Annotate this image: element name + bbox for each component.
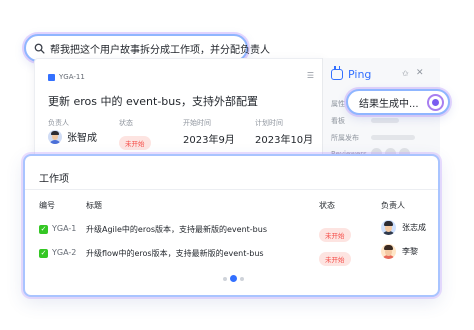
row-status[interactable]: 未开始	[319, 247, 351, 266]
status-badge: 未开始	[319, 252, 351, 266]
row-code: YGA-2	[52, 248, 77, 257]
ai-record-button[interactable]	[427, 94, 444, 111]
checkbox-checked-icon[interactable]: ✓	[39, 249, 48, 258]
close-icon[interactable]: ✕	[416, 68, 424, 78]
due-date-value[interactable]: 2023年10月	[255, 131, 313, 146]
row-status[interactable]: 未开始	[319, 223, 351, 242]
ping-logo-icon	[331, 66, 343, 80]
task-detail-card[interactable]: YGA-11 ☰ 更新 eros 中的 event-bus，支持外部配置 负责人…	[34, 58, 326, 164]
attributes-label: 属性	[331, 100, 345, 108]
ping-title: Ping	[348, 68, 372, 81]
search-icon	[34, 43, 45, 54]
ping-header: Ping	[331, 66, 372, 81]
row-code: YGA-1	[52, 224, 77, 233]
status-label: 状态	[119, 119, 133, 127]
column-header-title: 标题	[86, 201, 102, 210]
pin-icon[interactable]: ✩	[402, 69, 409, 78]
avatar	[381, 244, 396, 259]
status-badge: 未开始	[319, 228, 351, 242]
more-menu-icon[interactable]: ☰	[307, 71, 314, 80]
table-row[interactable]: ✓ YGA-2 升级flow中的eros版本，支持最新版的event-bus 未…	[25, 244, 438, 266]
task-type-icon	[48, 73, 55, 81]
start-date-value[interactable]: 2023年9月	[183, 131, 235, 146]
column-header-code: 编号	[39, 201, 55, 210]
owner-field[interactable]: 张智成	[48, 129, 97, 144]
owner-name: 张智成	[67, 133, 97, 144]
checkbox-checked-icon[interactable]: ✓	[39, 225, 48, 234]
page-dot[interactable]	[223, 276, 227, 281]
row-title[interactable]: 升级flow中的eros版本，支持最新版的event-bus	[86, 248, 264, 259]
task-id-text: YGA-11	[59, 73, 85, 81]
board-value-placeholder	[371, 118, 399, 123]
row-title[interactable]: 升级Agile中的eros版本，支持最新版的event-bus	[86, 224, 267, 235]
column-header-owner: 负责人	[381, 201, 405, 210]
start-date-label: 开始时间	[183, 119, 211, 127]
pagination-dots[interactable]	[223, 275, 244, 282]
status-badge: 未开始	[119, 136, 151, 150]
row-owner[interactable]: 李黎	[381, 244, 418, 259]
page-dot[interactable]	[240, 276, 244, 281]
prompt-text: 帮我把这个用户故事拆分成工作项，并分配负责人	[50, 44, 270, 56]
task-title: 更新 eros 中的 event-bus，支持外部配置	[48, 95, 258, 108]
divider	[25, 189, 438, 190]
status-field[interactable]: 未开始	[119, 131, 151, 150]
page-dot-active[interactable]	[230, 275, 237, 282]
owner-label: 负责人	[48, 119, 69, 127]
table-row[interactable]: ✓ YGA-1 升级Agile中的eros版本，支持最新版的event-bus …	[25, 220, 438, 242]
record-dot-icon	[432, 99, 439, 106]
release-label: 所属发布	[331, 134, 359, 142]
owner-name: 李黎	[402, 247, 418, 256]
work-items-title: 工作项	[39, 174, 69, 185]
board-label: 看板	[331, 117, 345, 125]
column-header-status: 状态	[319, 201, 335, 210]
task-id: YGA-11	[48, 73, 85, 81]
row-owner[interactable]: 张志成	[381, 220, 426, 235]
due-date-label: 计划时间	[255, 119, 283, 127]
release-value-placeholder	[371, 135, 415, 140]
avatar	[48, 129, 62, 144]
work-items-card: 工作项 编号 标题 状态 负责人 ✓ YGA-1 升级Agile中的eros版本…	[23, 154, 440, 297]
avatar	[381, 220, 396, 235]
owner-name: 张志成	[402, 223, 426, 232]
generating-text: 结果生成中...	[359, 98, 419, 110]
generating-status-pill: 结果生成中...	[346, 89, 450, 115]
